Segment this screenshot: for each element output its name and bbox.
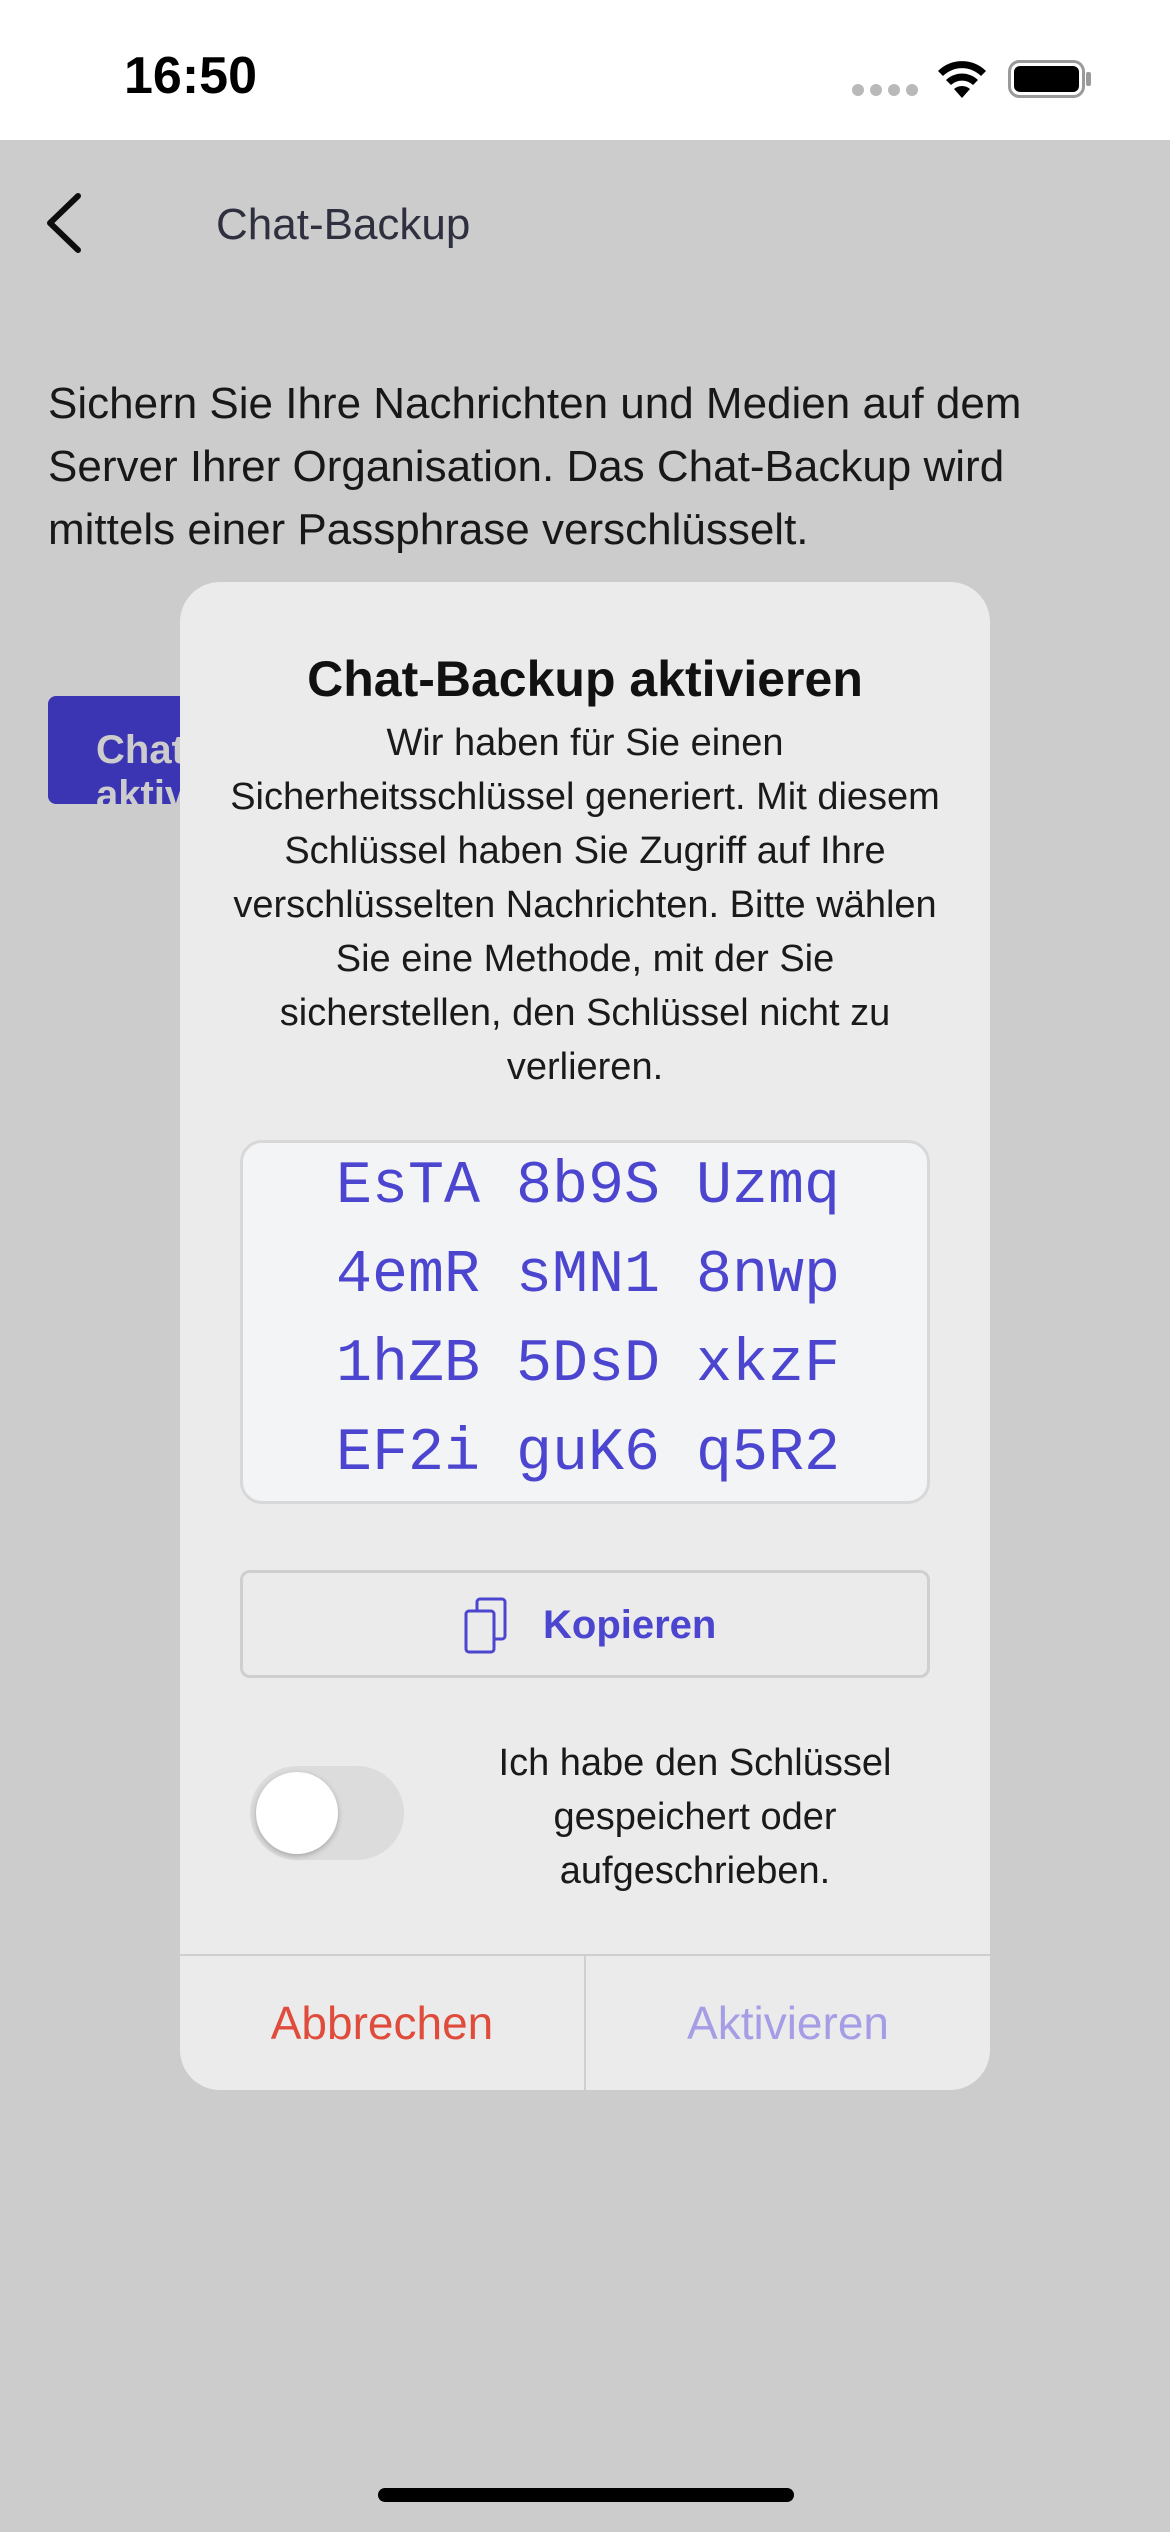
security-key-row: 4emR sMN1 8nwp [335, 1242, 841, 1310]
cellular-signal-icon [852, 84, 918, 96]
security-key-row: 1hZB 5DsD xkzF [335, 1331, 841, 1399]
status-time: 16:50 [124, 47, 257, 105]
battery-icon [1008, 60, 1091, 98]
activate-button[interactable]: Aktivieren [586, 1956, 990, 2090]
status-bar: 16:50 [0, 0, 1170, 140]
wifi-icon [938, 61, 986, 98]
enable-backup-dialog: Chat-Backup aktivieren Wir haben für Sie… [180, 582, 990, 2090]
security-key-box: EsTA 8b9S Uzmq 4emR sMN1 8nwp 1hZB 5DsD … [240, 1140, 930, 1504]
key-saved-toggle[interactable] [250, 1766, 404, 1860]
copy-button[interactable]: Kopieren [240, 1570, 930, 1678]
copy-button-label: Kopieren [543, 1603, 717, 1647]
security-key-row: EF2i guK6 q5R2 [335, 1420, 841, 1488]
cancel-button[interactable]: Abbrechen [180, 1956, 584, 2090]
home-indicator[interactable] [378, 2488, 794, 2502]
dialog-message: Wir haben für Sie einen Sicherheitsschlü… [230, 722, 940, 1088]
dialog-title: Chat-Backup aktivieren [307, 651, 863, 707]
key-saved-label: Ich habe den Schlüssel gespeichert oder … [498, 1742, 892, 1892]
toggle-knob [256, 1772, 338, 1854]
copy-icon [464, 1597, 507, 1654]
security-key-row: EsTA 8b9S Uzmq [335, 1153, 841, 1221]
